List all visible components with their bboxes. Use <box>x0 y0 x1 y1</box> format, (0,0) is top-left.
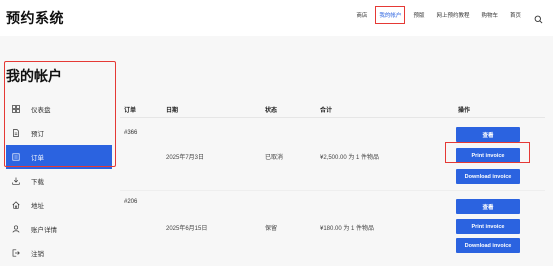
col-actions: 操作 <box>458 108 471 114</box>
order-date: 2025年7月3日 <box>166 155 205 161</box>
col-status: 状态 <box>265 108 278 114</box>
menu-item-label: 下载 <box>31 179 44 186</box>
document-icon <box>12 129 20 137</box>
col-total: 合计 <box>320 108 333 114</box>
view-button[interactable]: 查看 <box>456 199 520 214</box>
menu-item-label: 仪表盘 <box>31 107 51 114</box>
menu-item-bookings[interactable]: 预订 <box>6 121 112 145</box>
order-status: 已取消 <box>265 155 284 161</box>
menu-item-logout[interactable]: 注销 <box>6 241 112 265</box>
col-date: 日期 <box>166 108 179 114</box>
menu-item-label: 地址 <box>31 203 44 210</box>
order-total: ¥2,500.00 为 1 件物品 <box>320 155 380 161</box>
account-title: 我的帐户 <box>6 68 62 84</box>
menu-item-downloads[interactable]: 下载 <box>6 169 112 193</box>
order-number[interactable]: #206 <box>124 199 137 205</box>
main-nav: 商店 我的帐户 预版 网上预约教程 购物车 首页 <box>345 6 543 24</box>
menu-item-dashboard[interactable]: 仪表盘 <box>6 97 112 121</box>
menu-item-addresses[interactable]: 地址 <box>6 193 112 217</box>
col-order: 订单 <box>124 108 137 114</box>
account-menu: 仪表盘 预订 订单 下载 地址 账户详情 注销 <box>6 97 112 265</box>
view-button[interactable]: 查看 <box>456 127 520 142</box>
nav-my-account[interactable]: 我的帐户 <box>375 6 406 24</box>
nav-cart[interactable]: 购物车 <box>480 9 499 21</box>
menu-item-label: 注销 <box>31 251 44 258</box>
download-invoice-button[interactable]: Download invoice <box>456 238 520 253</box>
logout-icon <box>12 249 20 257</box>
order-total: ¥180.00 为 1 件物品 <box>320 226 375 232</box>
user-icon <box>12 225 20 233</box>
menu-item-account-details[interactable]: 账户详情 <box>6 217 112 241</box>
nav-home[interactable]: 首页 <box>509 9 522 21</box>
download-icon <box>12 177 20 185</box>
nav-tutorial[interactable]: 网上预约教程 <box>435 9 470 21</box>
print-invoice-button[interactable]: Print invoice <box>456 148 520 163</box>
site-header: 预约系统 商店 我的帐户 预版 网上预约教程 购物车 首页 <box>0 0 553 36</box>
dashboard-icon <box>12 105 20 113</box>
table-header: 订单 日期 状态 合计 操作 <box>120 100 545 118</box>
order-status: 保留 <box>265 226 278 232</box>
download-invoice-button[interactable]: Download invoice <box>456 169 520 184</box>
order-number[interactable]: #366 <box>124 130 137 136</box>
search-icon[interactable] <box>534 11 543 23</box>
menu-item-label: 订单 <box>31 155 44 162</box>
menu-item-orders[interactable]: 订单 <box>6 145 112 169</box>
orders-icon <box>12 153 20 161</box>
nav-shop[interactable]: 商店 <box>355 9 368 21</box>
row-divider <box>120 190 545 191</box>
menu-item-label: 预订 <box>31 131 44 138</box>
print-invoice-button[interactable]: Print invoice <box>456 219 520 234</box>
site-title[interactable]: 预约系统 <box>6 8 64 28</box>
nav-booking[interactable]: 预版 <box>412 9 425 21</box>
menu-item-label: 账户详情 <box>31 227 57 234</box>
order-date: 2025年6月15日 <box>166 226 208 232</box>
page: 预约系统 商店 我的帐户 预版 网上预约教程 购物车 首页 我的帐户 仪表盘 预… <box>0 0 553 266</box>
home-icon <box>12 201 20 209</box>
